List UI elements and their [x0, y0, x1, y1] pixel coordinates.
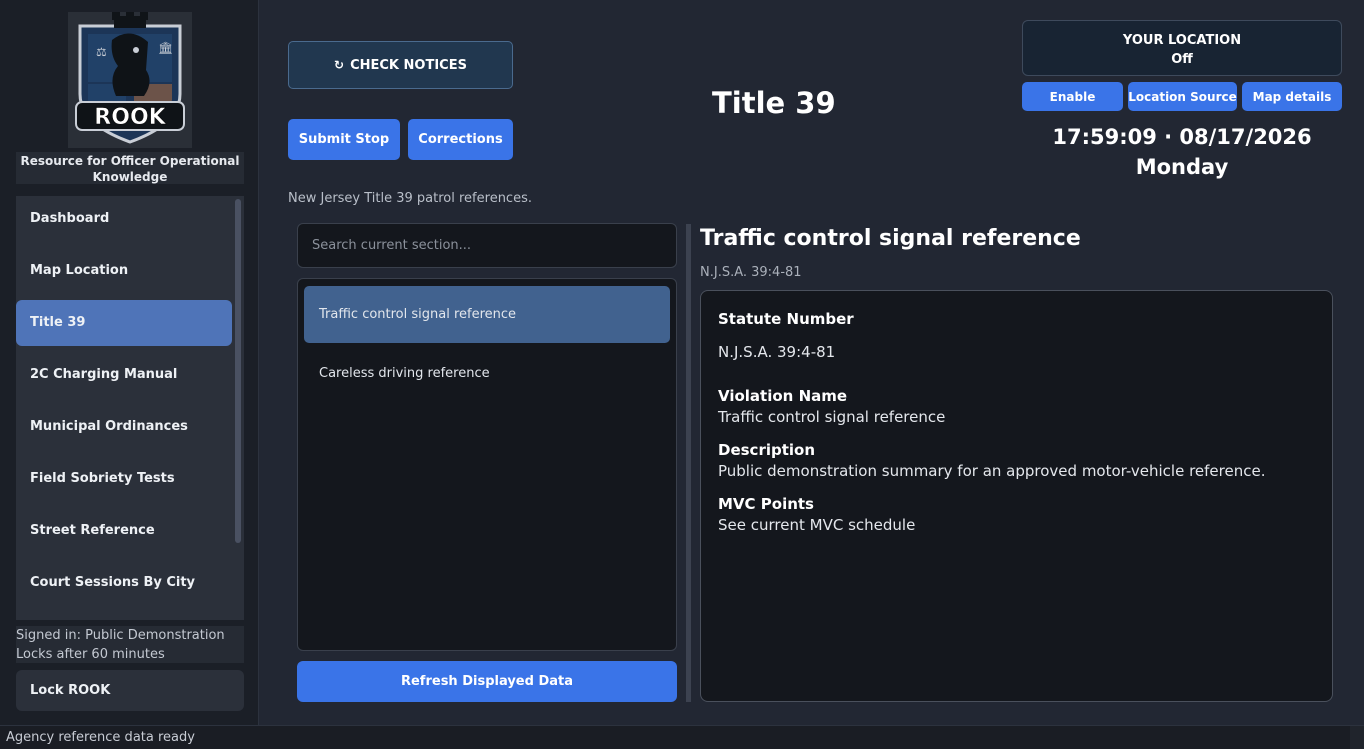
page-title: Title 39: [712, 86, 836, 120]
svg-text:⚖: ⚖: [96, 45, 107, 59]
field-label-statute-number: Statute Number: [718, 310, 854, 328]
signed-in-text: Signed in: Public Demonstration: [16, 628, 225, 643]
detail-title: Traffic control signal reference: [700, 226, 1081, 251]
field-label-description: Description: [718, 441, 816, 459]
check-notices-label: CHECK NOTICES: [350, 57, 467, 73]
lock-rook-button[interactable]: Lock ROOK: [16, 670, 244, 711]
svg-text:🏛: 🏛: [158, 41, 173, 55]
rook-logo: ROOK ⚖ 🏛: [68, 12, 192, 148]
sidebar-item-street-reference[interactable]: Street Reference: [16, 508, 232, 554]
location-source-button[interactable]: Location Source: [1128, 82, 1237, 111]
field-label-mvc-points: MVC Points: [718, 495, 814, 513]
sidebar-item-title-39[interactable]: Title 39: [16, 300, 232, 346]
sidebar-item-map-location[interactable]: Map Location: [16, 248, 232, 294]
sidebar-item-court-sessions[interactable]: Court Sessions By City: [16, 560, 232, 606]
sidebar: ROOK ⚖ 🏛 Resource for Officer Operationa…: [0, 0, 259, 725]
logo-text: ROOK: [94, 105, 166, 130]
list-item-traffic-control-signal[interactable]: Traffic control signal reference: [304, 286, 670, 343]
field-value-mvc-points: See current MVC schedule: [718, 516, 916, 534]
panel-splitter[interactable]: [686, 224, 691, 702]
clock-weekday: Monday: [1135, 155, 1229, 179]
session-info: Signed in: Public Demonstration Locks af…: [16, 626, 244, 663]
submit-stop-button[interactable]: Submit Stop: [288, 119, 400, 160]
detail-citation: N.J.S.A. 39:4-81: [700, 265, 802, 280]
corrections-button[interactable]: Corrections: [408, 119, 513, 160]
sidebar-nav: Dashboard Map Location Title 39 2C Charg…: [16, 196, 244, 620]
status-bar: Agency reference data ready: [0, 725, 1364, 749]
field-value-statute-number: N.J.S.A. 39:4-81: [718, 343, 836, 361]
clock: 17:59:09 · 08/17/2026 Monday: [1022, 122, 1342, 182]
field-value-violation-name: Traffic control signal reference: [718, 408, 946, 426]
refresh-data-button[interactable]: Refresh Displayed Data: [297, 661, 677, 702]
clock-time-date: 17:59:09 · 08/17/2026: [1052, 125, 1312, 149]
field-value-description: Public demonstration summary for an appr…: [718, 462, 1266, 480]
enable-location-button[interactable]: Enable: [1022, 82, 1123, 111]
lock-note-text: Locks after 60 minutes: [16, 647, 165, 662]
reference-list: Traffic control signal reference Careles…: [297, 278, 677, 651]
sidebar-item-2c-charging-manual[interactable]: 2C Charging Manual: [16, 352, 232, 398]
location-status: Off: [1171, 52, 1193, 67]
rook-shield-icon: ROOK ⚖ 🏛: [75, 12, 185, 144]
sidebar-scrollbar[interactable]: [235, 199, 241, 543]
page-subtitle: New Jersey Title 39 patrol references.: [288, 191, 532, 206]
location-status-box: YOUR LOCATION Off: [1022, 20, 1342, 76]
map-details-button[interactable]: Map details: [1242, 82, 1342, 111]
sidebar-item-municipal-ordinances[interactable]: Municipal Ordinances: [16, 404, 232, 450]
location-heading: YOUR LOCATION: [1122, 33, 1242, 48]
list-item-careless-driving[interactable]: Careless driving reference: [304, 345, 670, 402]
sidebar-item-dashboard[interactable]: Dashboard: [16, 196, 232, 242]
search-input[interactable]: [297, 223, 677, 268]
field-label-violation-name: Violation Name: [718, 387, 848, 405]
detail-panel: Statute Number N.J.S.A. 39:4-81 Violatio…: [700, 290, 1333, 702]
refresh-icon: ↻: [334, 58, 345, 72]
app-tagline: Resource for Officer Operational Knowled…: [16, 152, 244, 184]
status-message: Agency reference data ready: [6, 730, 195, 745]
sidebar-item-field-sobriety-tests[interactable]: Field Sobriety Tests: [16, 456, 232, 502]
check-notices-button[interactable]: ↻ CHECK NOTICES: [288, 41, 513, 89]
resize-grip[interactable]: [1350, 726, 1364, 749]
